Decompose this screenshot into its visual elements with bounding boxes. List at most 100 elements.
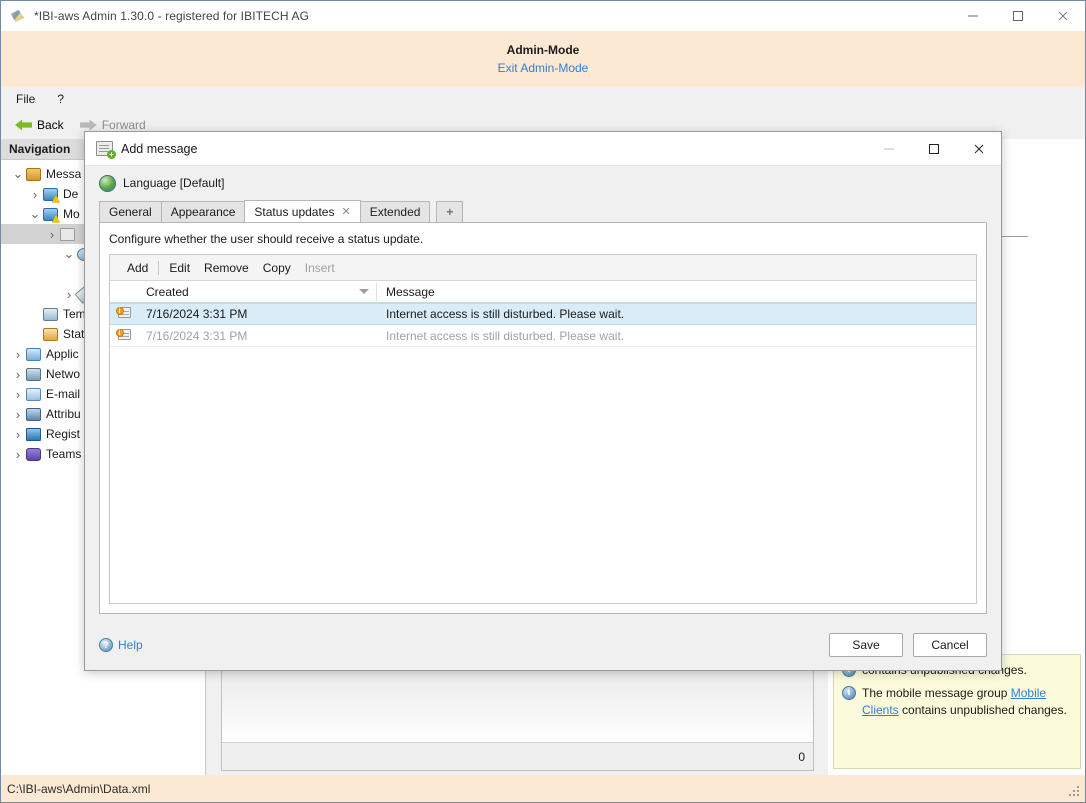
document-icon (59, 227, 76, 242)
help-icon: ? (99, 638, 113, 652)
chevron-right-icon[interactable] (28, 187, 42, 202)
status-updates-grid: Add Edit Remove Copy Insert Created Message … (109, 254, 977, 604)
sidebar-item-label: Teams (46, 447, 82, 461)
pen-icon (10, 8, 26, 24)
menu-item-help[interactable]: ? (57, 92, 64, 106)
insert-button: Insert (304, 260, 335, 275)
window-title: *IBI-aws Admin 1.30.0 - registered for I… (34, 9, 310, 23)
remove-button[interactable]: Remove (197, 261, 256, 275)
sidebar-item-label: Attribu (46, 407, 81, 421)
tab-general[interactable]: General (99, 201, 162, 222)
chevron-down-icon[interactable] (11, 171, 25, 177)
network-icon (25, 367, 42, 382)
teams-icon (25, 447, 42, 462)
tab-extended[interactable]: Extended (359, 201, 431, 222)
dialog-tab-strip: General Appearance Status updates ✕ Extended… (85, 200, 1001, 222)
table-row[interactable]: i 7/16/2024 3:31 PM Internet access is sti… (110, 325, 976, 347)
menu-item-file[interactable]: File (16, 92, 35, 106)
maximize-icon[interactable] (995, 1, 1040, 31)
table-row[interactable]: i 7/16/2024 3:31 PM Internet access is sti… (110, 303, 976, 325)
copy-button[interactable]: Copy (256, 261, 298, 275)
monitor-warning-icon (42, 207, 60, 223)
minimize-icon[interactable] (866, 132, 911, 166)
row-created-cell: 7/16/2024 3:31 PM (146, 307, 248, 321)
language-label[interactable]: Language [Default] (123, 176, 224, 190)
window-title-bar: *IBI-aws Admin 1.30.0 - registered for I… (1, 1, 1085, 31)
grid-header-created[interactable]: Created (137, 281, 377, 303)
dialog-window-controls (866, 132, 1001, 166)
chevron-right-icon[interactable] (11, 387, 25, 402)
window-controls (950, 1, 1085, 31)
grid-body: i 7/16/2024 3:31 PM Internet access is sti… (110, 303, 976, 347)
sidebar-item-label: Regist (46, 427, 81, 441)
chevron-right-icon[interactable] (11, 347, 25, 362)
exit-admin-mode-link[interactable]: Exit Admin-Mode (498, 61, 589, 75)
row-message-cell: Internet access is still disturbed. Plea… (386, 328, 625, 343)
chevron-right-icon[interactable] (11, 407, 25, 422)
dialog-title: Add message (121, 141, 198, 156)
tab-status-updates[interactable]: Status updates ✕ (244, 200, 361, 222)
save-button[interactable]: Save (829, 633, 903, 657)
application-window: *IBI-aws Admin 1.30.0 - registered for I… (0, 0, 1086, 803)
admin-mode-banner: Admin-Mode Exit Admin-Mode (1, 31, 1085, 87)
add-message-dialog: + Add message Language [Default] General… (84, 131, 1002, 671)
content-count-value: 0 (798, 749, 805, 764)
content-count-strip: 0 (222, 742, 813, 770)
content-list-panel: 0 (221, 661, 814, 771)
chevron-right-icon[interactable] (11, 447, 25, 462)
language-row: Language [Default] (85, 166, 1001, 200)
arrow-right-icon (80, 119, 97, 132)
menu-bar: File ? (1, 87, 1085, 111)
add-button[interactable]: Add (120, 261, 155, 275)
edit-button[interactable]: Edit (162, 261, 197, 275)
chevron-right-icon[interactable] (11, 367, 25, 382)
dialog-title-bar: + Add message (85, 132, 1001, 166)
tab-label: Appearance (170, 205, 236, 219)
chevron-right-icon[interactable] (45, 227, 59, 242)
note-item: i The mobile message group Mobile Client… (842, 685, 1072, 719)
close-icon[interactable] (956, 132, 1001, 166)
grid-header-message[interactable]: Message (377, 281, 976, 303)
chevron-down-icon[interactable] (28, 211, 42, 217)
resize-grip[interactable] (1069, 786, 1081, 798)
note-text-before: The mobile message group (862, 686, 1011, 700)
unpublished-changes-note: i contains unpublished changes. i The mo… (833, 654, 1081, 769)
sidebar-item-label: Netwo (46, 367, 81, 381)
application-icon (25, 347, 42, 362)
attribute-icon (25, 407, 42, 422)
grid-header-row: Created Message (110, 281, 976, 303)
toolbar-separator (158, 260, 160, 275)
email-icon (25, 387, 42, 402)
registry-icon (25, 427, 42, 442)
row-icon-cell: i (110, 307, 137, 321)
back-button[interactable]: Back (9, 116, 70, 134)
minimize-icon[interactable] (950, 1, 995, 31)
template-icon (42, 307, 59, 322)
sidebar-item-label: Applic (46, 347, 79, 361)
help-button[interactable]: ? Help (99, 638, 143, 652)
dialog-action-buttons: Save Cancel (829, 633, 987, 657)
add-message-icon: + (96, 141, 116, 159)
back-label: Back (37, 118, 64, 132)
sidebar-item-label: Mo (63, 207, 80, 221)
add-tab-button[interactable]: + (436, 201, 464, 222)
tab-label: General (109, 205, 152, 219)
status-bar-path: C:\IBI-aws\Admin\Data.xml (7, 781, 151, 796)
sidebar-item-label: Messa (46, 167, 82, 181)
chevron-right-icon[interactable] (11, 427, 25, 442)
dialog-footer: ? Help Save Cancel (85, 620, 1001, 670)
tab-appearance[interactable]: Appearance (160, 201, 246, 222)
message-info-icon: i (115, 328, 132, 343)
close-icon[interactable]: ✕ (341, 205, 350, 218)
status-updates-panel: Configure whether the user should receiv… (99, 222, 987, 614)
chevron-down-icon[interactable] (62, 251, 76, 257)
globe-icon (99, 174, 116, 192)
tab-label: Status updates (254, 204, 335, 219)
row-message-cell: Internet access is still disturbed. Plea… (386, 307, 625, 321)
sidebar-item-label: E-mail (46, 387, 81, 401)
close-icon[interactable] (1040, 1, 1085, 31)
maximize-icon[interactable] (911, 132, 956, 166)
help-label: Help (118, 638, 143, 652)
forward-label: Forward (101, 118, 146, 132)
cancel-button[interactable]: Cancel (913, 633, 987, 657)
